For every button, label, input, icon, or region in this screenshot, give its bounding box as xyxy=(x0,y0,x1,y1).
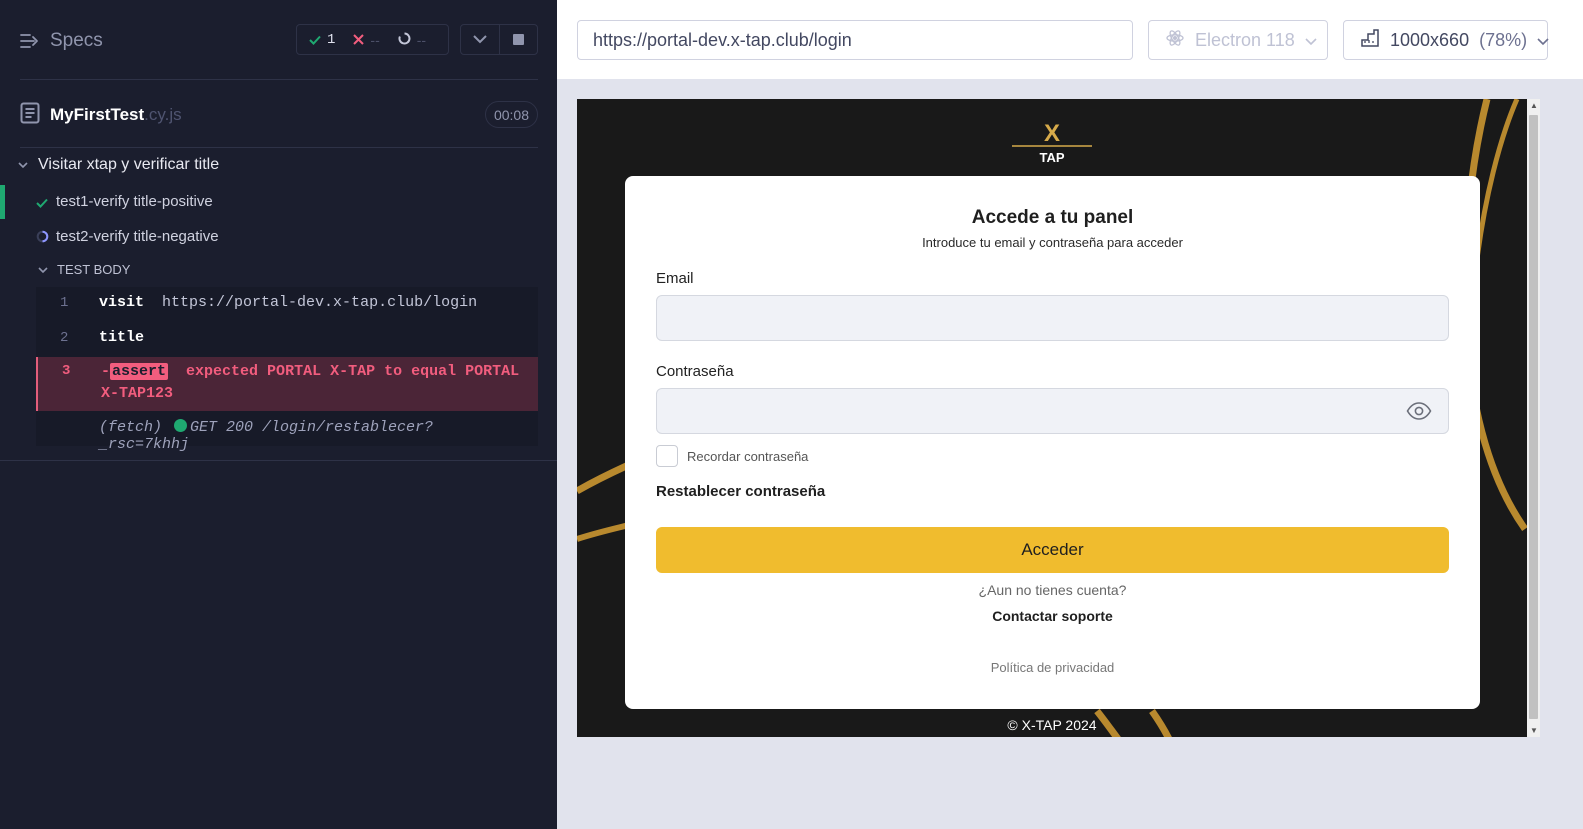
test-title: test2-verify title-negative xyxy=(56,228,219,245)
logo-subtext: TAP xyxy=(1039,150,1064,165)
suite-title-row[interactable]: Visitar xtap y verificar title xyxy=(18,156,219,174)
chevron-down-icon xyxy=(38,262,48,277)
pending-stat: -- xyxy=(380,32,426,48)
spinner-icon xyxy=(398,32,411,48)
command-number: 2 xyxy=(60,330,69,346)
email-label: Email xyxy=(656,270,694,287)
privacy-policy-link[interactable]: Política de privacidad xyxy=(625,660,1480,675)
reporter-header: Specs 1 -- -- xyxy=(0,0,557,80)
remember-password[interactable]: Recordar contraseña xyxy=(656,445,808,467)
passed-count: 1 xyxy=(327,31,336,48)
vertical-scrollbar[interactable]: ▲ ▼ xyxy=(1527,99,1540,737)
specs-list-icon xyxy=(20,33,40,49)
command-visit[interactable]: 1 visit https://portal-dev.x-tap.club/lo… xyxy=(36,287,538,322)
login-card: Accede a tu panel Introduce tu email y c… xyxy=(625,176,1480,709)
login-title: Accede a tu panel xyxy=(971,207,1134,228)
suite-title: Visitar xtap y verificar title xyxy=(38,156,220,173)
command-number: 1 xyxy=(60,295,69,311)
chevron-down-icon xyxy=(1305,30,1317,51)
specs-label: Specs xyxy=(50,30,103,51)
password-field[interactable] xyxy=(656,388,1449,434)
xtap-logo: X TAP xyxy=(1010,117,1094,165)
check-icon xyxy=(309,32,321,48)
command-name: title xyxy=(99,329,145,346)
expand-collapse-button[interactable] xyxy=(461,25,499,54)
spec-file-ext: .cy.js xyxy=(144,105,182,124)
logo-mark: X xyxy=(1044,120,1060,147)
command-text: visit https://portal-dev.x-tap.club/logi… xyxy=(99,294,522,311)
stop-button[interactable] xyxy=(498,25,537,54)
viewport-size: 1000x660 xyxy=(1390,29,1470,50)
command-text: (fetch) GET 200 /login/restablecer?_rsc=7… xyxy=(99,419,522,453)
test-body-label: TEST BODY xyxy=(57,262,131,277)
test-body-toggle[interactable]: TEST BODY xyxy=(38,262,130,277)
command-number: 3 xyxy=(62,363,71,379)
chevron-down-icon xyxy=(1537,30,1549,51)
pending-count: -- xyxy=(416,31,427,48)
browser-toolbar: https://portal-dev.x-tap.club/login Elec… xyxy=(557,0,1583,79)
ruler-icon xyxy=(1360,28,1380,53)
scroll-down-icon[interactable]: ▼ xyxy=(1530,726,1538,735)
stop-icon xyxy=(512,34,524,45)
remember-label: Recordar contraseña xyxy=(687,448,809,464)
passed-indicator-bar xyxy=(0,185,5,219)
test-title: test1-verify title-positive xyxy=(56,193,213,210)
no-account-text: ¿Aun no tienes cuenta? xyxy=(978,582,1127,598)
password-input[interactable] xyxy=(657,389,1448,433)
spec-file-header: MyFirstTest .cy.js 00:08 xyxy=(20,100,538,130)
app-under-test-frame: X TAP Accede a tu panel Introduce tu ema… xyxy=(577,99,1540,737)
divider xyxy=(0,460,557,461)
eye-icon[interactable] xyxy=(1406,401,1432,426)
command-arg: https://portal-dev.x-tap.club/login xyxy=(162,294,478,311)
command-assert-failed[interactable]: 3 - assert expected PORTAL X-TAP to equal… xyxy=(36,357,538,411)
scrollbar-thumb[interactable] xyxy=(1529,115,1538,719)
run-controls xyxy=(460,24,538,55)
command-name: (fetch) xyxy=(99,419,163,436)
command-title[interactable]: 2 title xyxy=(36,322,538,357)
url-bar[interactable]: https://portal-dev.x-tap.club/login xyxy=(577,20,1133,60)
browser-selector[interactable]: Electron 118 xyxy=(1148,20,1328,60)
remember-checkbox[interactable] xyxy=(656,445,678,467)
passed-stat: 1 xyxy=(297,32,335,48)
login-subtitle: Introduce tu email y contraseña para acc… xyxy=(922,235,1183,250)
url-text: https://portal-dev.x-tap.club/login xyxy=(593,29,852,50)
reset-password-link[interactable]: Restablecer contraseña xyxy=(656,483,825,500)
email-field[interactable] xyxy=(656,295,1449,341)
electron-icon xyxy=(1165,28,1185,53)
divider xyxy=(20,79,538,80)
zoom-level: (78%) xyxy=(1479,29,1528,50)
document-icon xyxy=(20,102,40,129)
command-text: - assert expected PORTAL X-TAP to equal P… xyxy=(101,361,522,405)
test-row-passed[interactable]: test1-verify title-positive xyxy=(0,185,557,219)
test-stats: 1 -- -- xyxy=(296,24,449,55)
spec-file-name[interactable]: MyFirstTest xyxy=(50,105,144,125)
copyright-text: © X-TAP 2024 xyxy=(1007,717,1097,733)
chevron-down-icon xyxy=(18,156,28,174)
password-label: Contraseña xyxy=(656,363,734,380)
failed-stat: -- xyxy=(335,31,380,48)
command-text: title xyxy=(99,329,522,346)
run-duration: 00:08 xyxy=(485,101,538,128)
contact-support-link[interactable]: Contactar soporte xyxy=(625,608,1480,624)
login-button[interactable]: Acceder xyxy=(656,527,1449,573)
scroll-up-icon[interactable]: ▲ xyxy=(1530,101,1538,110)
command-name: assert xyxy=(110,363,169,380)
x-icon xyxy=(353,32,365,48)
status-dot-icon xyxy=(174,419,188,432)
reporter-panel: Specs 1 -- -- MyFirstTest .cy.js 00:08 V… xyxy=(0,0,557,829)
divider xyxy=(20,147,538,148)
chevron-down-icon xyxy=(473,31,487,49)
spinner-icon xyxy=(36,230,49,247)
specs-toggle-button[interactable]: Specs xyxy=(20,30,103,52)
command-log: 1 visit https://portal-dev.x-tap.club/lo… xyxy=(36,287,538,453)
failed-count: -- xyxy=(370,31,380,48)
command-fetch[interactable]: (fetch) GET 200 /login/restablecer?_rsc=7… xyxy=(36,411,538,453)
viewport-selector[interactable]: 1000x660 (78%) xyxy=(1343,20,1549,60)
check-icon xyxy=(36,195,48,212)
browser-name: Electron 118 xyxy=(1195,29,1295,50)
test-row-running[interactable]: test2-verify title-negative xyxy=(0,220,557,254)
command-prefix: - xyxy=(101,363,111,380)
email-input[interactable] xyxy=(657,296,1448,340)
command-name: visit xyxy=(99,294,145,311)
